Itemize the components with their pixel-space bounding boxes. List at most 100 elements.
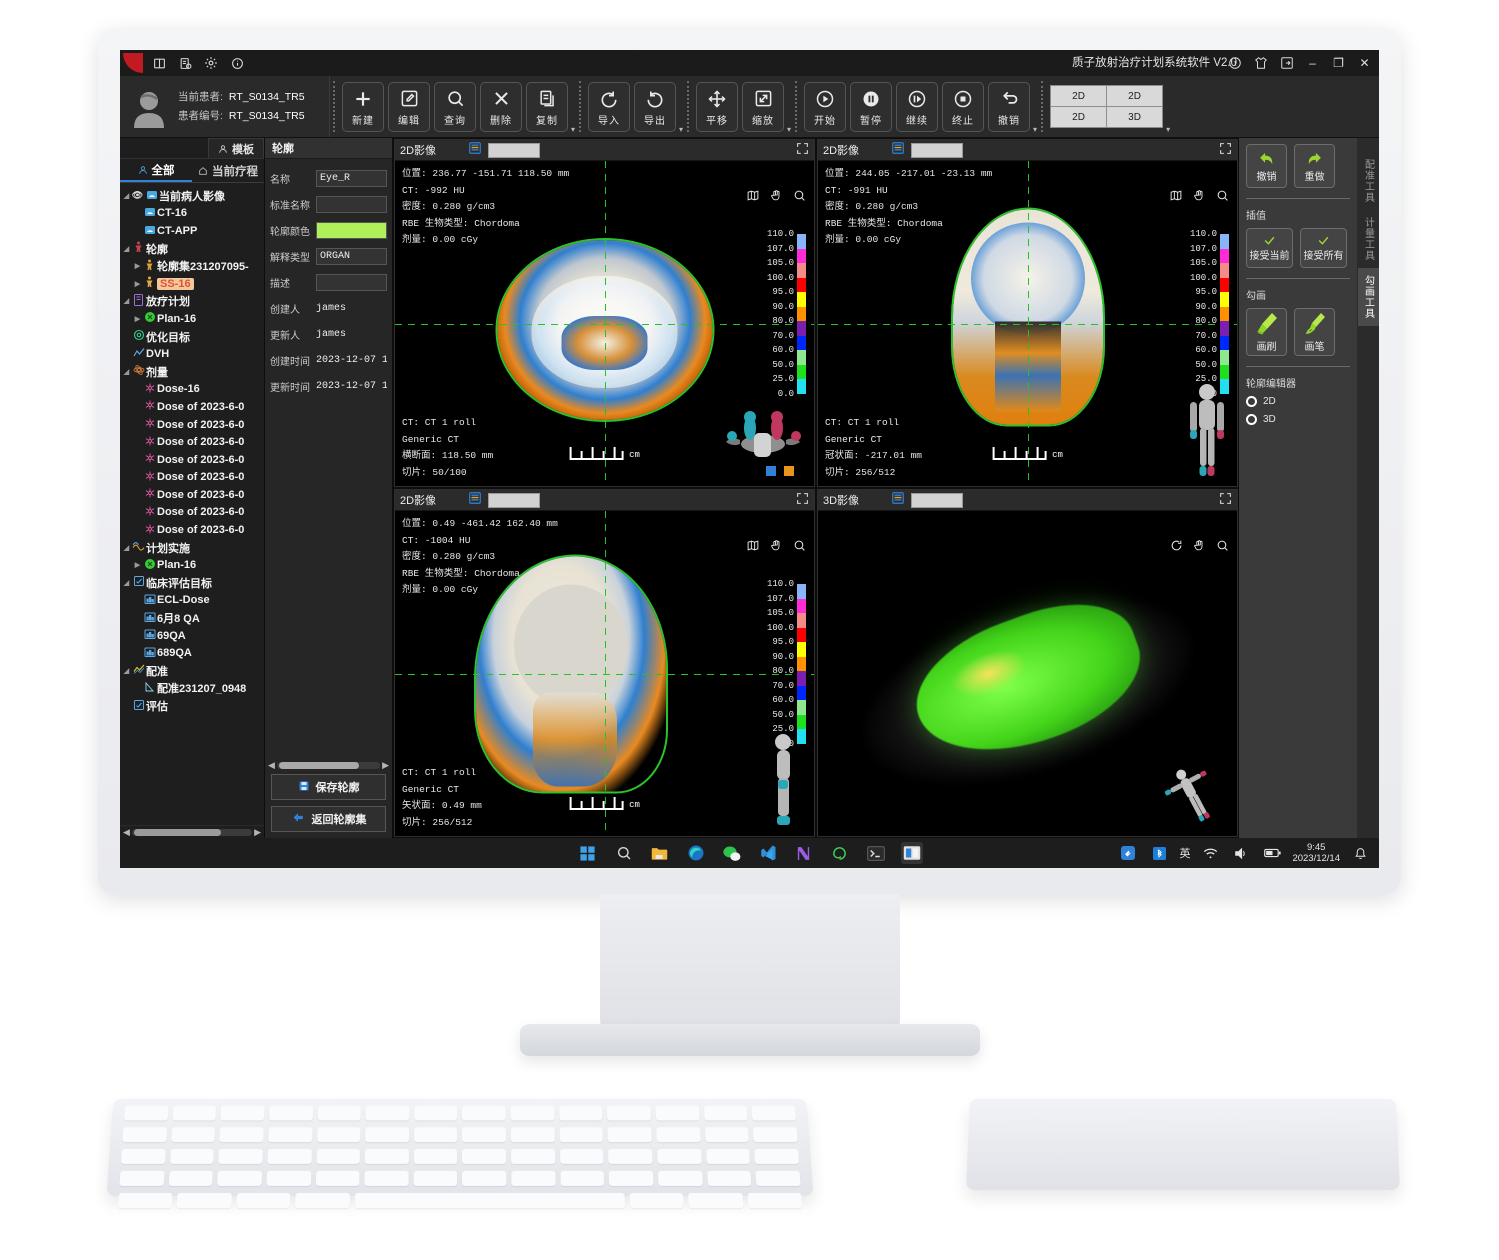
tree-item[interactable]: Dose of 2023-6-0 <box>120 504 264 522</box>
accept-current-button[interactable]: 接受当前 <box>1246 228 1293 268</box>
tree-item[interactable]: Dose of 2023-6-0 <box>120 416 264 434</box>
layers-icon[interactable] <box>468 491 482 510</box>
series-select[interactable] <box>488 493 540 508</box>
tree-item[interactable]: Dose of 2023-6-0 <box>120 451 264 469</box>
layout-cell-4[interactable]: 3D <box>1107 107 1162 127</box>
group-expand-arrow[interactable]: ▾ <box>571 125 575 134</box>
copy-button[interactable]: 复制 <box>526 82 568 132</box>
expand-icon[interactable] <box>796 142 809 158</box>
redo-button-right[interactable]: 重做 <box>1294 144 1335 188</box>
scroll-track[interactable] <box>277 762 380 769</box>
tree-item[interactable]: ◢ 放疗计划 <box>120 293 264 311</box>
rotate-icon[interactable] <box>1170 539 1183 555</box>
n-icon[interactable] <box>793 842 815 864</box>
window-level-icon[interactable] <box>746 189 760 205</box>
scroll-track[interactable] <box>132 829 252 836</box>
expand-icon[interactable] <box>1219 492 1232 508</box>
start-button[interactable]: 开始 <box>804 82 846 132</box>
vscode-icon[interactable] <box>757 842 779 864</box>
tree-item[interactable]: ◢ 配准 <box>120 662 264 680</box>
tree-item[interactable]: 优化目标 <box>120 328 264 346</box>
tree-expander[interactable]: ▶ <box>133 315 142 323</box>
tree-item[interactable]: ▶ Plan-16 <box>120 556 264 574</box>
tree-item[interactable]: Dose of 2023-6-0 <box>120 433 264 451</box>
zoom-glass-icon[interactable] <box>1216 539 1229 555</box>
scroll-right-arrow[interactable]: ▶ <box>254 827 261 838</box>
scroll-left-arrow[interactable]: ◀ <box>123 827 130 838</box>
tree-item[interactable]: 配准231207_0948 <box>120 680 264 698</box>
property-input[interactable] <box>316 196 387 213</box>
radio-3d[interactable]: 3D <box>1246 414 1350 425</box>
battery-icon[interactable] <box>1261 842 1283 864</box>
edit-button[interactable]: 编辑 <box>388 82 430 132</box>
vtab-registration-tools[interactable]: 配准工具 <box>1358 152 1379 210</box>
tree-item[interactable]: DVH <box>120 345 264 363</box>
pen-button[interactable]: 画笔 <box>1294 308 1335 356</box>
series-select[interactable] <box>911 143 963 158</box>
bluetooth-icon[interactable] <box>1148 842 1170 864</box>
tree-item[interactable]: 6月8 QA <box>120 609 264 627</box>
zoom-glass-icon[interactable] <box>1216 189 1229 205</box>
tree-item[interactable]: ◢ 轮廓 <box>120 240 264 258</box>
expand-icon[interactable] <box>796 492 809 508</box>
vtab-contouring-tools[interactable]: 勾画工具 <box>1358 268 1379 326</box>
tree-item[interactable]: CT-APP <box>120 222 264 240</box>
layers-icon[interactable] <box>468 141 482 160</box>
pan-hand-icon[interactable] <box>770 539 783 555</box>
accept-all-button[interactable]: 接受所有 <box>1300 228 1347 268</box>
scroll-right-arrow[interactable]: ▶ <box>382 760 389 771</box>
viewport-3d[interactable]: 3D影像 <box>817 489 1238 837</box>
tree-expander[interactable]: ◢ <box>122 245 131 253</box>
visibility-eye-icon[interactable]: 👁 <box>131 190 144 201</box>
scroll-left-arrow[interactable]: ◀ <box>268 760 275 771</box>
tree-item[interactable]: Dose of 2023-6-0 <box>120 486 264 504</box>
minimize-button[interactable]: – <box>1304 55 1321 72</box>
group-expand-arrow[interactable]: ▾ <box>787 125 791 134</box>
zoom-button[interactable]: 缩放 <box>742 82 784 132</box>
tree-item[interactable]: CT-16 <box>120 205 264 223</box>
tree-item[interactable]: 689QA <box>120 644 264 662</box>
group-expand-arrow[interactable]: ▾ <box>1166 125 1170 134</box>
save-contour-button[interactable]: 保存轮廓 <box>271 774 386 800</box>
viewport-sagittal[interactable]: 2D影像 位置: 0.49 -461.42 162.40 mm CT: -100… <box>394 489 815 837</box>
properties-horizontal-scrollbar[interactable]: ◀ ▶ <box>265 759 392 771</box>
spiral-icon[interactable] <box>829 842 851 864</box>
tree-item[interactable]: Dose of 2023-6-0 <box>120 469 264 487</box>
viewport-canvas[interactable]: 位置: 0.49 -461.42 162.40 mm CT: -1004 HU … <box>395 511 814 836</box>
shirt-icon[interactable] <box>1252 55 1269 72</box>
tree-item[interactable]: 评估 <box>120 697 264 715</box>
tree-expander[interactable]: ◢ <box>122 192 131 200</box>
tree-expander[interactable]: ◢ <box>122 368 131 376</box>
tree-item[interactable]: Dose of 2023-6-0 <box>120 521 264 539</box>
undo-button[interactable]: 撤销 <box>988 82 1030 132</box>
group-expand-arrow[interactable]: ▾ <box>1033 125 1037 134</box>
tree-item[interactable]: ▶ SS-16 <box>120 275 264 293</box>
property-input[interactable]: ORGAN <box>316 248 387 265</box>
help-circle-icon[interactable]: 1 <box>1226 55 1243 72</box>
tree-item[interactable]: ◢ 剂量 <box>120 363 264 381</box>
tree-item[interactable]: 69QA <box>120 627 264 645</box>
start-button[interactable] <box>577 842 599 864</box>
wifi-icon[interactable] <box>1199 842 1221 864</box>
clock[interactable]: 9:45 2023/12/14 <box>1292 842 1340 864</box>
edge-icon[interactable] <box>685 842 707 864</box>
series-select[interactable] <box>911 493 963 508</box>
layout-cell-2[interactable]: 2D <box>1107 86 1162 106</box>
property-input[interactable]: Eye_R <box>316 170 387 187</box>
layers-icon[interactable] <box>891 491 905 510</box>
resource-tree[interactable]: ◢ 👁 当前病人影像 CT-16 CT-APP ◢ 轮廓 ▶ 轮廓集231207095- ▶ SS-… <box>120 183 264 825</box>
tree-item[interactable]: Dose-16 <box>120 381 264 399</box>
search-button[interactable]: 查询 <box>434 82 476 132</box>
export-button[interactable]: 导出 <box>634 82 676 132</box>
tree-item[interactable]: ▶ Plan-16 <box>120 310 264 328</box>
stop-button[interactable]: 终止 <box>942 82 984 132</box>
tab-current-course[interactable]: 当前疗程 <box>192 159 264 182</box>
schedule-icon[interactable] <box>172 50 198 76</box>
viewport-axial[interactable]: 2D影像 位置: 236.77 -151.71 118.50 mm CT: -9… <box>394 139 815 487</box>
ime-language[interactable]: 英 <box>1179 845 1190 861</box>
import-button[interactable]: 导入 <box>588 82 630 132</box>
pan-hand-icon[interactable] <box>1193 189 1206 205</box>
viewport-canvas[interactable] <box>818 511 1237 836</box>
left-horizontal-scrollbar[interactable]: ◀ ▶ <box>120 825 264 838</box>
pan-hand-icon[interactable] <box>1193 539 1206 555</box>
